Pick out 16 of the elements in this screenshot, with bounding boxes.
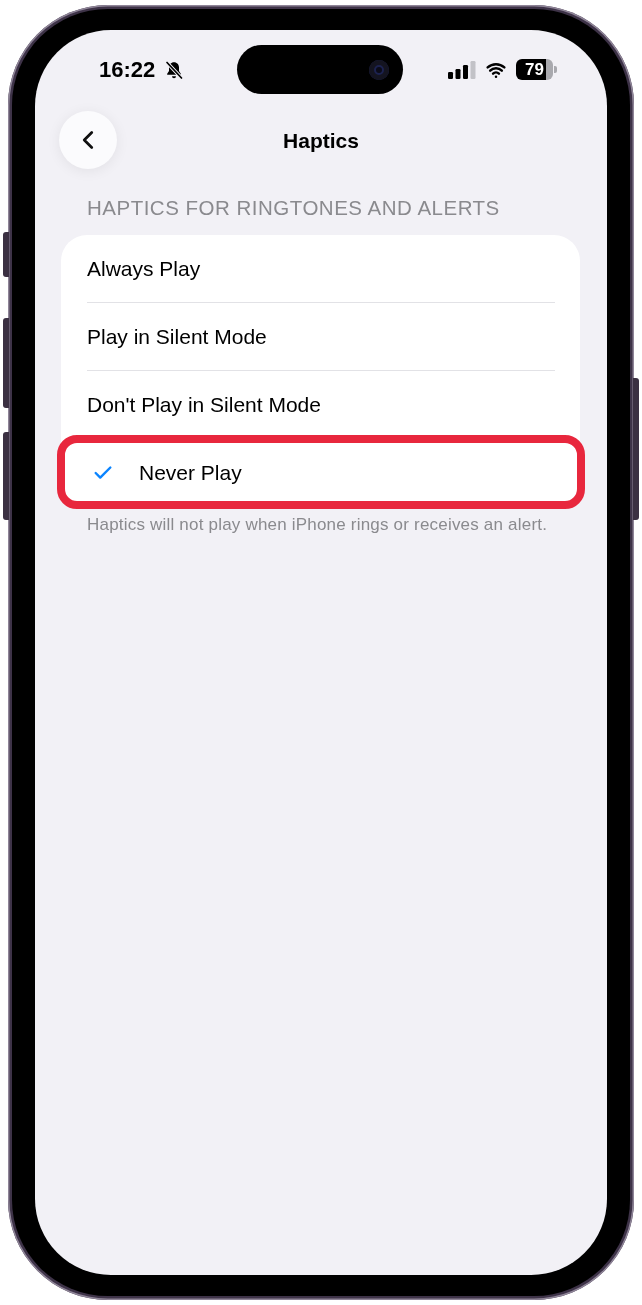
battery-indicator: 79 [516,59,553,80]
option-row[interactable]: Play in Silent Mode [61,303,580,370]
camera-lens-icon [369,59,389,80]
option-row[interactable]: Don't Play in Silent Mode [61,371,580,438]
signal-bars-icon [448,60,476,79]
side-button[interactable] [3,318,9,408]
section-header: HAPTICS FOR RINGTONES AND ALERTS [87,197,501,219]
side-button[interactable] [633,378,639,520]
option-row[interactable]: Always Play [61,235,580,302]
status-time: 16:22 [99,58,156,81]
side-button[interactable] [3,432,9,520]
section-footer: Haptics will not play when iPhone rings or receives an alert. [87,515,607,534]
side-button[interactable] [3,232,9,277]
battery-tip-icon [554,66,557,73]
option-row[interactable]: Never Play [61,439,580,506]
page-title: Haptics [283,129,359,151]
